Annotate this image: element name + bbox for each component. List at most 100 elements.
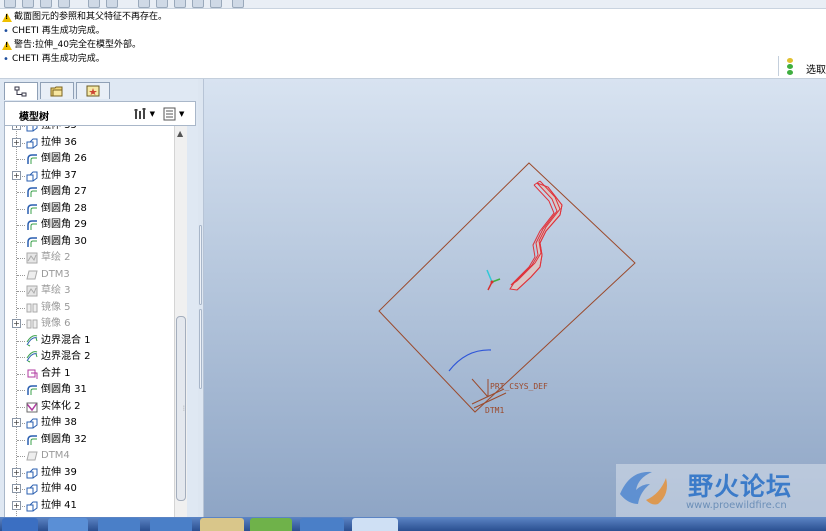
mirror-icon <box>26 318 38 330</box>
message-text: CHETI 再生成功完成。 <box>12 54 105 64</box>
tree-item[interactable]: + 拉伸 35 <box>5 126 174 134</box>
tree-item[interactable]: DTM4 <box>5 448 174 464</box>
taskbar-item[interactable] <box>352 518 398 531</box>
scroll-up-icon[interactable]: ▲ <box>177 129 183 138</box>
watermark-title: 野火论坛 <box>688 472 793 501</box>
sketch-icon <box>26 252 38 264</box>
round-icon <box>26 153 38 165</box>
taskbar-item[interactable] <box>98 518 140 531</box>
message-line: 截面图元的参照和其父特征不再存在。 <box>2 11 167 24</box>
navigator-tabs <box>4 82 110 100</box>
toolbar-button[interactable] <box>4 0 16 8</box>
tree-connector-line <box>17 225 25 226</box>
taskbar-item[interactable] <box>250 518 292 531</box>
tree-connector-line <box>17 159 25 160</box>
toolbar-button[interactable] <box>156 0 168 8</box>
csys-label: PRT_CSYS_DEF <box>490 382 548 391</box>
tree-connector-line <box>17 357 25 358</box>
tree-item[interactable]: + 拉伸 36 <box>5 135 174 151</box>
toolbar-button[interactable] <box>22 0 34 8</box>
mirror-icon <box>26 302 38 314</box>
toolbar-button[interactable] <box>192 0 204 8</box>
splitter-handle[interactable] <box>199 225 202 305</box>
round-icon <box>26 219 38 231</box>
tree-item[interactable]: + 拉伸 39 <box>5 465 174 481</box>
datum-plane-icon <box>26 269 38 281</box>
tree-item[interactable]: 倒圆角 31 <box>5 382 174 398</box>
favorites-tab[interactable] <box>76 82 110 99</box>
tree-item[interactable]: 倒圆角 30 <box>5 234 174 250</box>
tree-connector-line <box>17 208 25 210</box>
toolbar-button[interactable] <box>174 0 186 8</box>
datum-label: DTM1 <box>485 406 504 415</box>
tree-item[interactable]: + 镜像 6 <box>5 316 174 332</box>
toolbar-button[interactable] <box>138 0 150 8</box>
tree-item[interactable]: 合并 1 <box>5 366 174 382</box>
expand-icon[interactable]: + <box>12 126 21 130</box>
tree-connector-line <box>17 258 25 259</box>
tree-item[interactable]: 倒圆角 29 <box>5 217 174 233</box>
tree-icon <box>14 86 27 96</box>
show-menu-button[interactable]: ▼ <box>163 107 185 121</box>
tree-scrollbar[interactable]: ▲ ⋮ <box>174 126 187 517</box>
selection-filter-label[interactable]: 选取 <box>806 61 826 76</box>
tree-item-label: 边界混合 1 <box>41 334 91 346</box>
expand-icon[interactable]: + <box>12 484 21 493</box>
navigator-panel: 模型树 ▼ ▼ + 拉伸 35 + 拉伸 36 倒圆角 26 + 拉伸 37 倒圆角 27 倒圆… <box>0 79 198 517</box>
chevron-down-icon: ▼ <box>149 110 155 118</box>
tree-item[interactable]: 边界混合 1 <box>5 333 174 349</box>
settings-menu-button[interactable]: ▼ <box>133 107 155 121</box>
splitter-handle[interactable] <box>199 309 202 389</box>
expand-icon[interactable]: + <box>12 467 21 477</box>
tree-item-label: 倒圆角 28 <box>41 202 87 214</box>
expand-icon[interactable]: + <box>12 418 21 427</box>
toolbar-button[interactable] <box>40 0 52 8</box>
graphics-viewport[interactable]: PRT_CSYS_DEF DTM1 野火论坛 www.proewildfire.… <box>204 79 826 517</box>
expand-icon[interactable]: + <box>12 319 21 328</box>
info-bullet-icon: • <box>3 54 9 65</box>
datum-plane-icon <box>26 450 38 462</box>
toolbar-button[interactable] <box>232 0 244 8</box>
tree-item[interactable]: 倒圆角 27 <box>5 184 174 200</box>
tree-item[interactable]: 草绘 2 <box>5 250 174 266</box>
expand-icon[interactable]: + <box>12 137 21 147</box>
model-tree-tab[interactable] <box>4 82 38 100</box>
tree-item[interactable]: 倒圆角 28 <box>5 201 174 217</box>
tree-item[interactable]: + 拉伸 38 <box>5 415 174 431</box>
tree-connector-line <box>17 291 25 292</box>
tree-item[interactable]: 倒圆角 32 <box>5 432 174 448</box>
warning-icon <box>2 13 12 22</box>
tree-item[interactable]: 草绘 3 <box>5 283 174 299</box>
expand-icon[interactable]: + <box>12 500 21 510</box>
message-area: 截面图元的参照和其父特征不再存在。 • CHETI 再生成功完成。 警告:拉伸_… <box>0 9 826 79</box>
taskbar-item[interactable] <box>200 518 244 531</box>
tree-item[interactable]: DTM3 <box>5 267 174 283</box>
tree-item-label: 拉伸 35 <box>41 126 77 134</box>
message-text: 警告:拉伸_40完全在模型外部。 <box>14 40 141 50</box>
taskbar-item[interactable] <box>300 518 344 531</box>
toolbar-button[interactable] <box>58 0 70 8</box>
toolbar-button[interactable] <box>210 0 222 8</box>
tree-item[interactable]: 倒圆角 26 <box>5 151 174 167</box>
toolbar-button[interactable] <box>88 0 100 8</box>
expand-icon[interactable]: + <box>12 170 21 180</box>
taskbar-item[interactable] <box>150 518 192 531</box>
list-icon <box>163 107 176 121</box>
tree-item[interactable]: 边界混合 2 <box>5 349 174 365</box>
start-button[interactable] <box>2 518 38 531</box>
folder-browser-tab[interactable] <box>40 82 74 99</box>
tools-icon <box>134 108 146 119</box>
tree-item[interactable]: 镜像 5 <box>5 300 174 316</box>
tree-item[interactable]: + 拉伸 40 <box>5 481 174 497</box>
extrude-icon <box>26 170 38 182</box>
tree-item[interactable]: + 拉伸 37 <box>5 168 174 184</box>
round-icon <box>26 203 38 215</box>
tree-connector-line <box>17 241 25 243</box>
taskbar-item[interactable] <box>48 518 88 531</box>
message-text: CHETI 再生成功完成。 <box>12 26 105 36</box>
tree-item[interactable]: + 拉伸 41 <box>5 498 174 514</box>
extrude-icon <box>26 126 38 132</box>
tree-item[interactable]: 实体化 2 <box>5 399 174 415</box>
scrollbar-thumb[interactable]: ⋮ <box>176 316 187 501</box>
toolbar-button[interactable] <box>106 0 118 8</box>
